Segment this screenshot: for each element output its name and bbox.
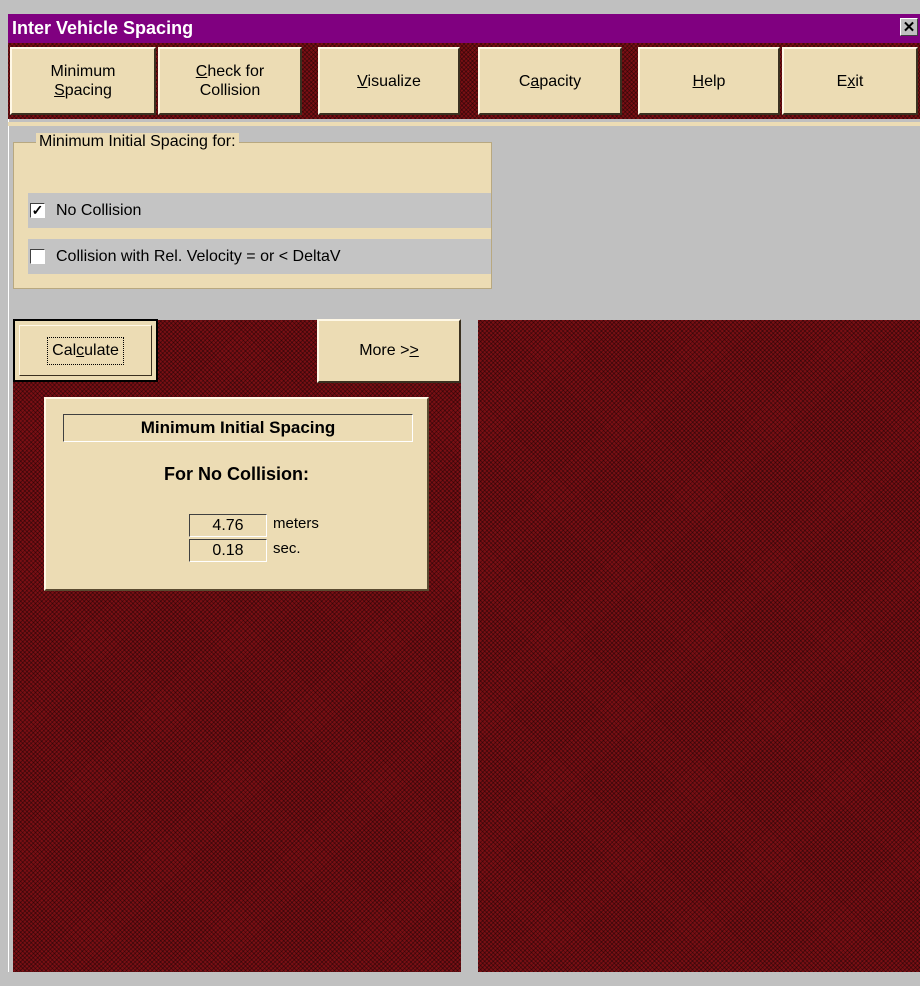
minimum-spacing-button[interactable]: Min­imum Spacing [10, 47, 156, 115]
close-icon: ✕ [902, 19, 916, 36]
check-for-collision-label: Check for Collision [195, 63, 265, 99]
collision-deltav-checkbox[interactable] [30, 249, 45, 264]
capacity-button[interactable]: Capacity [478, 47, 622, 115]
collision-deltav-option[interactable]: Collision with Rel. Velocity = or < Delt… [28, 239, 491, 274]
distance-value: 4.76 [189, 514, 267, 537]
panel-divider [461, 320, 478, 972]
more-label: More >> [359, 342, 419, 359]
bottom-border [8, 972, 920, 986]
collision-deltav-label: Collision with Rel. Velocity = or < Delt… [56, 247, 341, 265]
check-for-collision-button[interactable]: Check for Collision [158, 47, 302, 115]
time-value: 0.18 [189, 539, 267, 562]
no-collision-label: No Collision [56, 201, 142, 219]
visualize-button[interactable]: Visualize [318, 47, 460, 115]
spacing-criteria-group: Minimum Initial Spacing for: ✓ No Collis… [13, 133, 492, 289]
calculate-button-face: Calculate [19, 325, 152, 376]
window-title: Inter Vehicle Spacing [12, 18, 194, 38]
capacity-label: Capacity [518, 72, 582, 90]
minimum-spacing-label: Min­imum Spacing [50, 63, 116, 99]
time-unit: sec. [273, 540, 301, 557]
more-button[interactable]: More >> [317, 319, 461, 383]
toolbar-separator [8, 122, 920, 126]
calculate-label: Calculate [47, 336, 124, 365]
no-collision-checkbox[interactable]: ✓ [30, 203, 45, 218]
exit-label: Exit [836, 72, 864, 90]
no-collision-option[interactable]: ✓ No Collision [28, 193, 491, 228]
visualize-label: Visualize [357, 72, 421, 90]
help-label: Help [692, 72, 726, 90]
exit-button[interactable]: Exit [782, 47, 918, 115]
group-legend: Minimum Initial Spacing for: [36, 133, 239, 151]
window-frame [8, 119, 9, 986]
result-box: Minimum Initial Spacing For No Collision… [44, 397, 429, 591]
calculate-button[interactable]: Calculate [13, 319, 158, 382]
help-button[interactable]: Help [638, 47, 780, 115]
result-title: Minimum Initial Spacing [63, 414, 413, 442]
distance-unit: meters [273, 515, 319, 532]
right-visual-panel [478, 320, 920, 972]
result-subtitle: For No Collision: [164, 464, 309, 484]
close-button[interactable]: ✕ [900, 18, 918, 36]
title-bar: Inter Vehicle Spacing ✕ [8, 14, 920, 43]
toolbar: Min­imum Spacing Check for Collision Visua… [8, 43, 920, 119]
